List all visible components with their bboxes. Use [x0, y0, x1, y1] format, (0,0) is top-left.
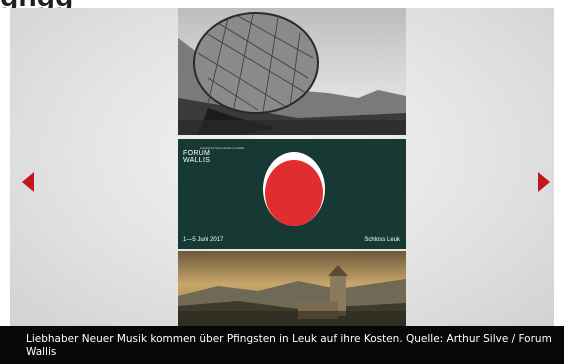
photo-castle-landscape — [178, 251, 406, 326]
next-arrow-icon[interactable] — [538, 172, 550, 192]
red-egg-graphic — [263, 152, 325, 226]
image-caption-bar: Liebhaber Neuer Musik kommen über Pfings… — [0, 326, 564, 364]
photo-radio-telescope — [178, 8, 406, 135]
image-gallery-stage: FORUM WALLIS Festival für Neue Musik im … — [10, 8, 554, 326]
poster-location: Schloss Leuk — [364, 237, 400, 243]
poster-date: 1—5 Juni 2017 — [183, 237, 224, 243]
page-title-fragment: gngg — [0, 0, 120, 8]
poster-subtitle: Festival für Neue Musik im Wallis — [200, 146, 245, 150]
poster-title: FORUM WALLIS — [183, 150, 211, 164]
prev-arrow-icon[interactable] — [22, 172, 34, 192]
image-caption: Liebhaber Neuer Musik kommen über Pfings… — [26, 333, 552, 358]
poster-forum-wallis: FORUM WALLIS Festival für Neue Musik im … — [178, 139, 406, 249]
